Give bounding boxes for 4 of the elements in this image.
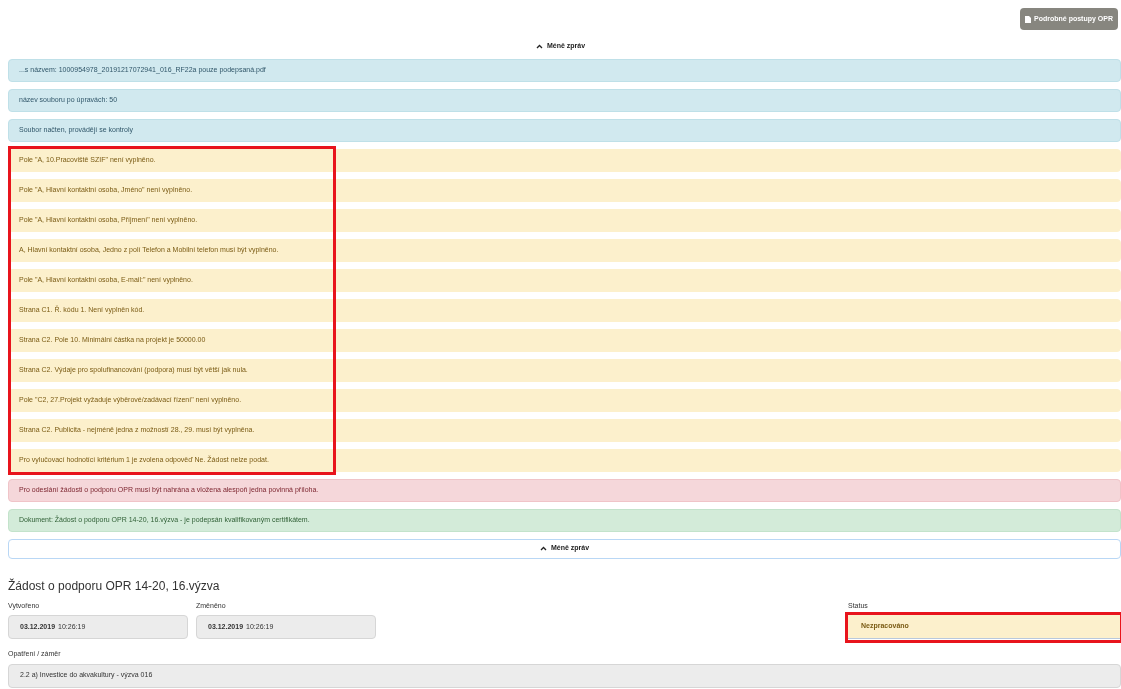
document-icon xyxy=(1025,15,1032,23)
form-title: Žádost o podporu OPR 14-20, 16.výzva xyxy=(8,577,221,595)
chevron-up-icon xyxy=(539,546,547,551)
chevron-up-icon xyxy=(535,43,543,49)
